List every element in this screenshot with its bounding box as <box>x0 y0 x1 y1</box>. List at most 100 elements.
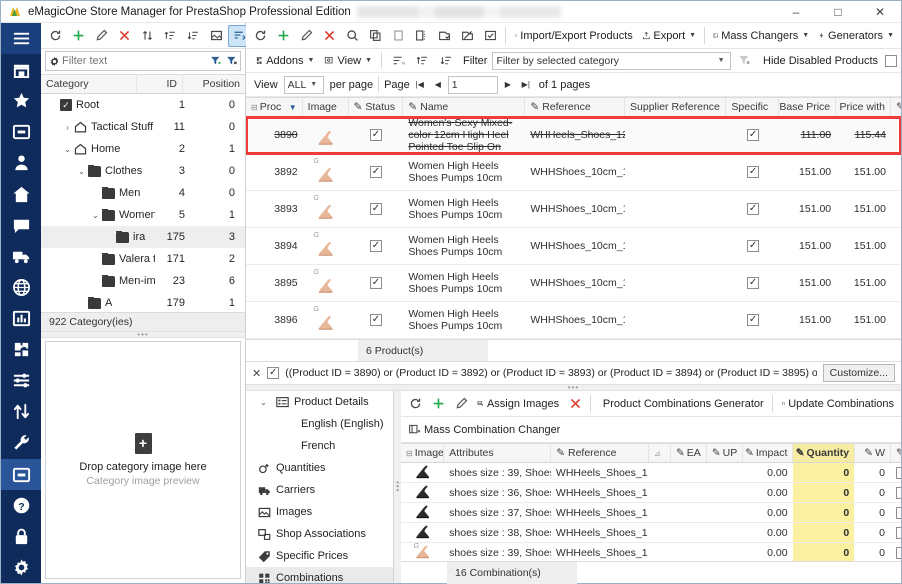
category-move-button[interactable] <box>136 25 158 47</box>
column-header-position[interactable]: Position <box>183 75 245 93</box>
comb-column-header-quantity[interactable]: ✎ Quantity <box>793 444 856 462</box>
export-button[interactable]: Export ▼ <box>638 25 700 47</box>
view-button[interactable]: View ▼ <box>320 50 376 72</box>
sidebar-item-tools[interactable] <box>1 427 41 458</box>
mass-changers-button[interactable]: Mass Changers ▼ <box>709 25 813 47</box>
combination-quantity[interactable]: 0 <box>843 487 849 499</box>
minimize-button[interactable]: – <box>775 1 817 23</box>
column-header-category[interactable]: Category <box>41 75 137 93</box>
row-checkbox[interactable] <box>369 203 382 215</box>
add-filter-icon[interactable] <box>208 55 224 67</box>
table-row[interactable]: shoes size : 38, Shoes Color : WHHeels_Sh… <box>401 523 901 543</box>
last-page-button[interactable]: ▶| <box>518 76 534 93</box>
category-filter-box[interactable] <box>45 51 241 71</box>
column-header-extra[interactable]: ✎ <box>891 98 901 116</box>
row-checkbox[interactable] <box>369 129 382 141</box>
remove-filter-icon[interactable]: ✕ <box>252 367 261 380</box>
category-row[interactable]: ✓ Root 1 0 <box>41 94 245 116</box>
sidebar-item-modules[interactable] <box>1 334 41 365</box>
detail-item-quantities[interactable]: Quantities <box>246 457 393 479</box>
row-checkbox[interactable] <box>747 240 760 252</box>
product-delete-button[interactable] <box>318 25 340 47</box>
update-combinations-button[interactable]: Update Combinations <box>777 393 898 415</box>
category-row[interactable]: ⌄ Clothes 3 0 <box>41 160 245 182</box>
category-add-button[interactable] <box>67 25 89 47</box>
sidebar-item-customers[interactable] <box>1 147 41 178</box>
comb-column-header-up[interactable]: ✎ UP <box>707 444 743 462</box>
combinations-add-button[interactable] <box>427 393 449 415</box>
combinations-delete-button[interactable] <box>564 393 586 415</box>
detail-item-product-details[interactable]: ⌄ Product Details <box>246 391 393 413</box>
comb-column-header-de[interactable]: ✎De <box>891 444 901 462</box>
product-assign-button[interactable] <box>479 25 501 47</box>
product-duplicate-button[interactable] <box>410 25 432 47</box>
comb-column-header-reference[interactable]: ✎ Reference <box>551 444 649 462</box>
product-details-tree[interactable]: ⌄ Product Details English (English) French Q… <box>246 391 394 583</box>
sidebar-item-home[interactable] <box>1 179 41 210</box>
category-row[interactable]: › Tactical Stuff 11 0 <box>41 116 245 138</box>
column-header-proc[interactable]: ⊟ Proc ▼ <box>246 98 303 116</box>
twisty-icon[interactable]: › <box>61 123 74 132</box>
row-checkbox[interactable] <box>747 314 760 326</box>
product-edit-button[interactable] <box>295 25 317 47</box>
column-header-reference[interactable]: ✎ Reference <box>525 98 626 116</box>
product-rows[interactable]: 3890 Women's Sexy Mixed-color 12cm High H… <box>246 116 901 339</box>
category-image-button[interactable] <box>205 25 227 47</box>
sort-alpha-button[interactable]: A <box>387 50 409 72</box>
sidebar-item-messages[interactable] <box>1 210 41 241</box>
product-paste-button[interactable] <box>387 25 409 47</box>
category-row[interactable]: A 179 1 <box>41 292 245 312</box>
sidebar-item-help[interactable]: ? <box>1 490 41 521</box>
prev-page-button[interactable]: ◀ <box>430 76 446 93</box>
combinations-edit-button[interactable] <box>450 393 472 415</box>
clear-filter-icon[interactable] <box>224 55 240 67</box>
comb-column-header-sort[interactable]: ⊿ <box>649 444 671 462</box>
product-combinations-generator-button[interactable]: Product Combinations Generator <box>595 393 768 415</box>
maximize-button[interactable]: □ <box>817 1 859 23</box>
table-row[interactable]: 3894 G Women High Heels Shoes Pumps 10cm WH… <box>246 228 901 265</box>
column-header-id[interactable]: ID <box>137 75 183 93</box>
table-row[interactable]: 3893 G Women High Heels Shoes Pumps 10cm WH… <box>246 191 901 228</box>
sidebar-item-store[interactable] <box>1 54 41 85</box>
category-image-dropzone[interactable]: Drop category image here Category image … <box>45 340 241 579</box>
detail-item-carriers[interactable]: Carriers <box>246 479 393 501</box>
import-export-products-button[interactable]: Import/Export Products <box>510 25 637 47</box>
category-refresh-button[interactable] <box>44 25 66 47</box>
product-add-button[interactable] <box>272 25 294 47</box>
next-page-button[interactable]: ▶ <box>500 76 516 93</box>
details-combinations-splitter[interactable]: ••• <box>393 391 402 583</box>
table-row[interactable]: shoes size : 37, Shoes Color : WHHeels_Sh… <box>401 503 901 523</box>
per-page-dropdown[interactable]: ALL ▼ <box>283 75 324 94</box>
table-row[interactable]: 3892 G Women High Heels Shoes Pumps 10cm WH… <box>246 154 901 191</box>
combinations-refresh-button[interactable] <box>404 393 426 415</box>
sidebar-item-statistics[interactable] <box>1 303 41 334</box>
product-refresh-button[interactable] <box>249 25 271 47</box>
product-copy-button[interactable] <box>364 25 386 47</box>
detail-item-french[interactable]: French <box>246 435 393 457</box>
combination-default-checkbox[interactable] <box>896 546 901 559</box>
row-checkbox[interactable] <box>369 314 382 326</box>
clear-product-filter-button[interactable] <box>733 50 755 72</box>
category-splitter[interactable]: ••• <box>41 330 245 339</box>
twisty-icon[interactable]: ⌄ <box>61 145 74 154</box>
twisty-icon[interactable]: ⌄ <box>89 211 102 220</box>
hide-disabled-checkbox[interactable] <box>885 54 897 67</box>
row-checkbox[interactable] <box>747 129 760 141</box>
table-row[interactable]: 3895 G Women High Heels Shoes Pumps 10cm WH… <box>246 265 901 302</box>
category-sort-desc-button[interactable] <box>182 25 204 47</box>
comb-column-header-ea[interactable]: ✎ EA <box>671 444 707 462</box>
column-header-base-price[interactable]: Base Price <box>779 98 837 116</box>
sort-position-button[interactable] <box>411 50 433 72</box>
detail-item-specific-prices[interactable]: Specific Prices <box>246 545 393 567</box>
category-row[interactable]: Valera test ir 171 2 <box>41 248 245 270</box>
sidebar-item-settings[interactable] <box>1 552 41 583</box>
first-page-button[interactable]: |◀ <box>412 76 428 93</box>
category-delete-button[interactable] <box>113 25 135 47</box>
page-number-input[interactable]: 1 <box>447 75 498 94</box>
mass-combination-changer-button[interactable]: Mass Combination Changer <box>404 419 564 441</box>
row-checkbox[interactable] <box>369 166 382 178</box>
product-combinations-splitter[interactable]: ••• <box>246 383 901 392</box>
row-checkbox[interactable] <box>369 277 382 289</box>
assign-images-button[interactable]: Assign Images <box>473 393 563 415</box>
category-row[interactable]: ⌄ Women 5 1 <box>41 204 245 226</box>
